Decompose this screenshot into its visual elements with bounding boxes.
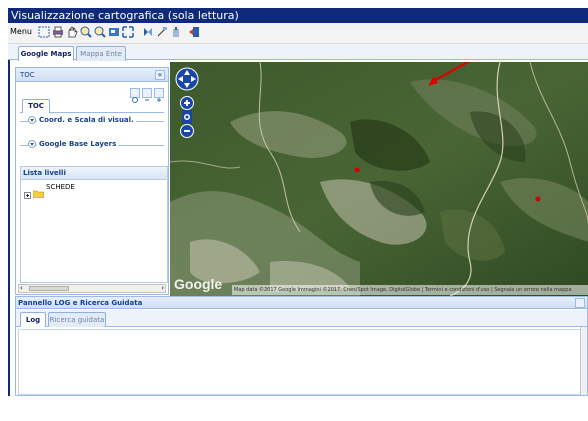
window-title: Visualizzazione cartografica (sola lettu… bbox=[8, 8, 588, 23]
zoom-in-icon[interactable] bbox=[80, 26, 92, 38]
menu-button[interactable]: Menu bbox=[10, 27, 32, 36]
toc-tools bbox=[130, 88, 164, 103]
map-attribution: Map data ©2017 Google Immagini ©2017, Cn… bbox=[232, 285, 588, 295]
window-left-border bbox=[8, 60, 10, 396]
toc-inner-tabbar: TOC bbox=[20, 98, 164, 113]
google-logo: Google bbox=[174, 276, 223, 292]
zoom-in-button[interactable] bbox=[180, 96, 194, 110]
log-panel: Pannello LOG e Ricerca Guidata Log Ricer… bbox=[15, 296, 588, 396]
satellite-imagery bbox=[170, 62, 588, 296]
collapse-toggle-icon[interactable] bbox=[28, 116, 36, 124]
identify-icon[interactable] bbox=[170, 26, 182, 38]
log-tabbar: Log Ricerca guidata bbox=[16, 310, 587, 327]
horizontal-scrollbar[interactable]: ‹ › bbox=[18, 284, 166, 293]
map-marker[interactable] bbox=[535, 196, 541, 202]
map-view[interactable]: Google Map data ©2017 Google Immagini ©2… bbox=[170, 62, 588, 296]
layer-list: Lista livelli SCHEDE bbox=[20, 166, 168, 283]
print-icon[interactable] bbox=[52, 26, 64, 38]
zoom-out-button[interactable] bbox=[180, 124, 194, 138]
map-marker[interactable] bbox=[354, 167, 360, 173]
toc-title: TOC bbox=[20, 71, 35, 79]
main-tabbar: Google Maps Mappa Ente bbox=[8, 44, 588, 61]
refresh-icon[interactable] bbox=[130, 88, 140, 103]
expand-all-icon[interactable] bbox=[154, 88, 164, 102]
toolbar: Menu bbox=[8, 23, 588, 44]
pan-control[interactable] bbox=[175, 67, 199, 91]
collapse-all-icon[interactable] bbox=[142, 88, 152, 101]
log-content-area[interactable] bbox=[18, 329, 585, 395]
fieldset-google-base-layers[interactable]: Google Base Layers bbox=[37, 140, 119, 148]
scroll-right-icon[interactable]: › bbox=[161, 285, 164, 292]
log-panel-title: Pannello LOG e Ricerca Guidata bbox=[16, 297, 587, 309]
scroll-thumb[interactable] bbox=[29, 286, 69, 291]
toc-panel-header: TOC « bbox=[16, 68, 168, 82]
scroll-left-icon[interactable]: ‹ bbox=[20, 285, 23, 292]
tab-mappa-ente[interactable]: Mappa Ente bbox=[76, 46, 126, 61]
collapse-panel-icon[interactable]: « bbox=[155, 70, 165, 80]
folder-icon bbox=[32, 183, 45, 199]
pan-icon[interactable] bbox=[66, 26, 78, 38]
tab-google-maps[interactable]: Google Maps bbox=[18, 46, 74, 61]
select-icon[interactable] bbox=[38, 26, 50, 38]
full-extent-icon[interactable] bbox=[122, 26, 134, 38]
layer-list-title: Lista livelli bbox=[21, 167, 167, 180]
zoom-slider[interactable] bbox=[182, 110, 192, 124]
toc-panel: TOC « TOC Coord. e Scala di visual. Goog… bbox=[15, 67, 169, 295]
vertical-scrollbar[interactable] bbox=[580, 327, 587, 395]
zoom-out-icon[interactable] bbox=[94, 26, 106, 38]
measure-icon[interactable] bbox=[156, 26, 168, 38]
expand-icon[interactable] bbox=[24, 184, 31, 199]
tab-ricerca-guidata[interactable]: Ricerca guidata bbox=[48, 312, 106, 327]
info-icon[interactable] bbox=[142, 26, 154, 38]
exit-icon[interactable] bbox=[188, 26, 200, 38]
fieldset-coord-scale[interactable]: Coord. e Scala di visual. bbox=[37, 116, 136, 124]
layer-item[interactable]: SCHEDE bbox=[24, 183, 75, 199]
collapse-panel-icon[interactable] bbox=[575, 298, 585, 308]
layer-label: SCHEDE bbox=[46, 183, 75, 191]
tab-log[interactable]: Log bbox=[20, 312, 46, 327]
collapse-toggle-icon[interactable] bbox=[28, 140, 36, 148]
zoom-box-icon[interactable] bbox=[108, 26, 120, 38]
tab-toc[interactable]: TOC bbox=[22, 99, 50, 113]
